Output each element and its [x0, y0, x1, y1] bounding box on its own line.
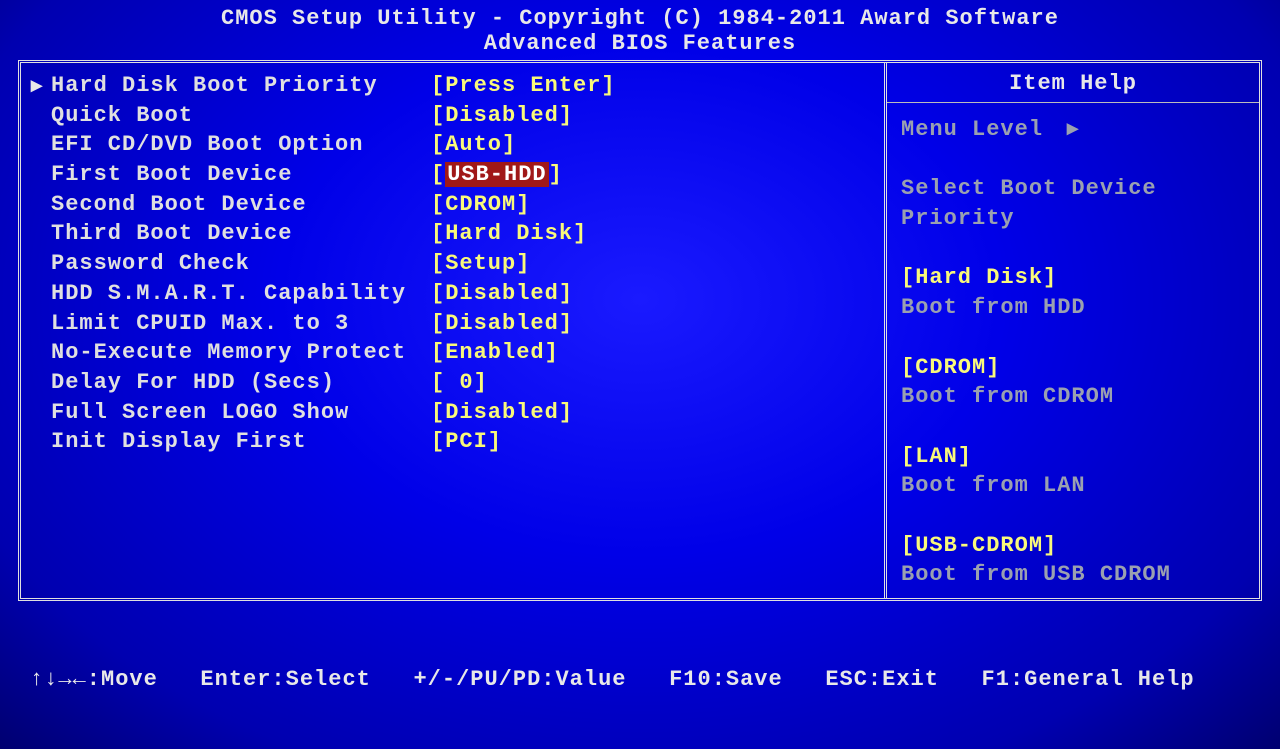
setting-label: Full Screen LOGO Show: [51, 398, 431, 428]
setting-second-boot-device[interactable]: Second Boot Device [CDROM]: [51, 190, 872, 220]
header-title-line1: CMOS Setup Utility - Copyright (C) 1984-…: [0, 6, 1280, 31]
header-title-line2: Advanced BIOS Features: [0, 31, 1280, 56]
help-body: Menu Level▸ Select Boot Device Priority …: [901, 115, 1245, 590]
setting-init-display-first[interactable]: Init Display First [PCI]: [51, 427, 872, 457]
help-option-desc: Boot from CDROM: [901, 382, 1245, 412]
setting-label: EFI CD/DVD Boot Option: [51, 130, 431, 160]
chevron-right-icon: ▸: [1067, 115, 1079, 145]
setting-value: [Setup]: [431, 249, 530, 279]
header: CMOS Setup Utility - Copyright (C) 1984-…: [0, 0, 1280, 60]
setting-label: HDD S.M.A.R.T. Capability: [51, 279, 431, 309]
setting-value: [CDROM]: [431, 190, 530, 220]
setting-label: Limit CPUID Max. to 3: [51, 309, 431, 339]
setting-value: [Disabled]: [431, 101, 573, 131]
setting-value: [Auto]: [431, 130, 516, 160]
setting-value: [Disabled]: [431, 279, 573, 309]
bios-screen: CMOS Setup Utility - Copyright (C) 1984-…: [0, 0, 1280, 749]
setting-value: [Disabled]: [431, 398, 573, 428]
setting-value: [USB-HDD]: [431, 160, 563, 190]
setting-label: Delay For HDD (Secs): [51, 368, 431, 398]
setting-value: [ 0]: [431, 368, 488, 398]
setting-value: [Disabled]: [431, 309, 573, 339]
setting-value: [Press Enter]: [431, 71, 616, 101]
content-frame: ▸ Hard Disk Boot Priority [Press Enter] …: [18, 60, 1262, 601]
setting-label: No-Execute Memory Protect: [51, 338, 431, 368]
setting-value: [PCI]: [431, 427, 502, 457]
help-option-name: [CDROM]: [901, 353, 1245, 383]
setting-password-check[interactable]: Password Check [Setup]: [51, 249, 872, 279]
help-option-desc: Boot from USB CDROM: [901, 560, 1245, 590]
help-option-desc: Boot from LAN: [901, 471, 1245, 501]
setting-label: Second Boot Device: [51, 190, 431, 220]
settings-panel[interactable]: ▸ Hard Disk Boot Priority [Press Enter] …: [21, 63, 887, 598]
setting-no-execute-memory-protect[interactable]: No-Execute Memory Protect [Enabled]: [51, 338, 872, 368]
highlighted-value: USB-HDD: [445, 162, 548, 187]
setting-value: [Enabled]: [431, 338, 559, 368]
setting-hard-disk-boot-priority[interactable]: Hard Disk Boot Priority [Press Enter]: [51, 71, 872, 101]
setting-label: Third Boot Device: [51, 219, 431, 249]
item-help-panel: Item Help Menu Level▸ Select Boot Device…: [887, 63, 1259, 598]
setting-label: Quick Boot: [51, 101, 431, 131]
selection-cursor-icon: ▸: [31, 73, 43, 99]
setting-quick-boot[interactable]: Quick Boot [Disabled]: [51, 101, 872, 131]
setting-label: First Boot Device: [51, 160, 431, 190]
help-option-name: [USB-CDROM]: [901, 531, 1245, 561]
setting-label: Password Check: [51, 249, 431, 279]
help-divider: [887, 102, 1259, 103]
footer-key-hints: ↑↓→←:Move Enter:Select +/-/PU/PD:Value F…: [0, 605, 1280, 749]
setting-efi-cd-dvd-boot-option[interactable]: EFI CD/DVD Boot Option [Auto]: [51, 130, 872, 160]
setting-label: Hard Disk Boot Priority: [51, 71, 431, 101]
help-option-name: [Hard Disk]: [901, 263, 1245, 293]
setting-delay-for-hdd[interactable]: Delay For HDD (Secs) [ 0]: [51, 368, 872, 398]
menu-level: Menu Level▸: [901, 115, 1245, 145]
setting-first-boot-device[interactable]: First Boot Device [USB-HDD]: [51, 160, 872, 190]
footer-line1: ↑↓→←:Move Enter:Select +/-/PU/PD:Value F…: [30, 666, 1250, 695]
setting-label: Init Display First: [51, 427, 431, 457]
setting-limit-cpuid-max[interactable]: Limit CPUID Max. to 3 [Disabled]: [51, 309, 872, 339]
setting-hdd-smart-capability[interactable]: HDD S.M.A.R.T. Capability [Disabled]: [51, 279, 872, 309]
help-option-name: [LAN]: [901, 442, 1245, 472]
help-option-desc: Boot from HDD: [901, 293, 1245, 323]
setting-full-screen-logo-show[interactable]: Full Screen LOGO Show [Disabled]: [51, 398, 872, 428]
setting-value: [Hard Disk]: [431, 219, 587, 249]
help-description: Select Boot Device Priority: [901, 174, 1245, 233]
help-title: Item Help: [901, 71, 1245, 96]
setting-third-boot-device[interactable]: Third Boot Device [Hard Disk]: [51, 219, 872, 249]
